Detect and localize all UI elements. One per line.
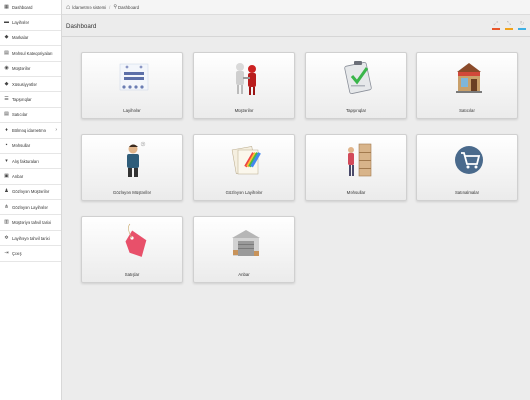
- list-icon: ☰: [4, 96, 9, 103]
- collapse-icon[interactable]: ⤡: [505, 21, 513, 30]
- sidebar-item-label: Məhsullar: [12, 143, 31, 149]
- sidebar-item-label: Layihəyə tahvil tarixi: [12, 235, 50, 241]
- tool-color-bar: [492, 28, 500, 30]
- sidebar-item-label: Gözləyən Layihələr: [12, 204, 48, 210]
- refresh-icon[interactable]: ↻: [518, 21, 526, 30]
- shelves-person-illustration: [348, 143, 372, 177]
- header-tools: ⤢ ⤡ ↻: [492, 21, 526, 30]
- tile-label: Məhsullar: [346, 190, 366, 195]
- tile-satislar[interactable]: Satışlar: [81, 216, 183, 283]
- sitemap-icon: ⋔: [4, 203, 9, 210]
- tile-label: Layihələr: [123, 108, 141, 113]
- sidebar-item-musteriler[interactable]: ◉ Müştərilər: [0, 62, 61, 77]
- expand-icon[interactable]: ⤢: [492, 21, 500, 30]
- page-title: Dashboard: [66, 23, 97, 30]
- sidebar-item-label: Dashboard: [12, 4, 33, 10]
- pin-icon: ♦: [5, 126, 8, 133]
- tile-saticilar[interactable]: Satıcılar: [416, 52, 518, 119]
- tile-label: Satıcılar: [459, 108, 475, 113]
- tile-musteriler[interactable]: Müştərilər: [193, 52, 295, 119]
- tool-color-bar: [505, 28, 513, 30]
- tag-icon: ◆: [4, 34, 9, 41]
- cart-icon: ▾: [5, 157, 8, 164]
- sidebar-item-label: Çıxış: [12, 250, 22, 256]
- store-illustration: [456, 63, 482, 93]
- tile-gozleyen-musteriler[interactable]: ? Gözləyən Müştərilər: [81, 134, 183, 201]
- tile-label: Gözləyən Layihələr: [225, 190, 263, 195]
- tag-icon: ◆: [4, 80, 9, 87]
- sidebar-item-saticilar[interactable]: ▤ Satıcılar: [0, 108, 61, 124]
- breadcrumb-current: Dashboard: [118, 4, 140, 10]
- home-icon[interactable]: ⌂: [66, 4, 70, 11]
- eye-icon: ◉: [4, 65, 9, 72]
- tile-label: Satınalmalar: [454, 190, 480, 195]
- sale-tag-illustration: [125, 223, 147, 257]
- document-icon: ▤: [4, 49, 9, 56]
- sidebar-item-label: Anbar: [12, 173, 24, 179]
- sidebar-item-label: Alış fakturaları: [12, 158, 39, 164]
- warehouse-illustration: [232, 230, 260, 256]
- cogs-icon: ✲: [4, 234, 9, 241]
- sidebar-item-label: Məhsul Kateqoriyaları: [12, 50, 53, 56]
- sidebar-item-label: Tapşırıqlar: [12, 97, 32, 103]
- shopping-cart-icon: [455, 146, 483, 174]
- sidebar-item-layiheye-tahvil-tarixi[interactable]: ✲ Layihəyə tahvil tarixi: [0, 231, 61, 247]
- tile-label: Satışlar: [124, 272, 140, 277]
- sidebar-item-musteriye-tahvil-tarixi[interactable]: ▥ Müştəriyə tahvil tarixi: [0, 215, 61, 231]
- tile-gozleyen-layiheler[interactable]: Gözləyən Layihələr: [193, 134, 295, 201]
- logout-icon: ⇥: [4, 249, 9, 256]
- tool-color-bar: [518, 28, 526, 30]
- calendar-icon: ▥: [4, 219, 9, 226]
- handshake-people-illustration: [236, 63, 256, 95]
- sidebar-item-label: Bölməq idarəetmə: [12, 127, 46, 133]
- documents-color-swatch-illustration: [231, 146, 261, 175]
- sidebar-item-label: Xüsusiyyətlər: [12, 81, 37, 87]
- tile-anbar[interactable]: Anbar: [193, 216, 295, 283]
- users-icon: ♟: [4, 188, 9, 195]
- sidebar-item-mehsullar[interactable]: ▪ Məhsullar: [0, 139, 61, 154]
- tile-label: Tapşırıqlar: [345, 108, 367, 113]
- document-icon: ▤: [4, 111, 9, 118]
- sidebar-item-label: Satıcılar: [12, 112, 28, 118]
- sidebar-item-bolmeq-idareetme[interactable]: ♦ Bölməq idarəetmə ›: [0, 123, 61, 139]
- map-marker-icon: ⚲: [113, 4, 118, 10]
- tile-label: Müştərilər: [234, 108, 254, 113]
- tile-mehsullar[interactable]: Məhsullar: [305, 134, 407, 201]
- sidebar-item-xususiyyetler[interactable]: ◆ Xüsusiyyətlər: [0, 77, 61, 93]
- sidebar-item-anbar[interactable]: ▣ Anbar: [0, 169, 61, 185]
- svg-text:?: ?: [142, 143, 144, 147]
- sidebar-item-label: Gözləyən Müştərilər: [12, 189, 50, 195]
- tile-satinalmalar[interactable]: Satınalmalar: [416, 134, 518, 201]
- sidebar-item-label: Müştəriyə tahvil tarixi: [12, 220, 52, 226]
- sidebar-item-markalar[interactable]: ◆ Markalar: [0, 31, 61, 47]
- sidebar-item-label: Layihələr: [12, 20, 29, 26]
- checklist-clipboard-illustration: [344, 61, 372, 95]
- box-icon: ▪: [5, 142, 8, 149]
- sidebar-item-label: Markalar: [12, 35, 29, 41]
- tile-label: Gözləyən Müştərilər: [112, 190, 152, 195]
- thinking-man-illustration: ?: [127, 141, 146, 177]
- tile-label: Anbar: [238, 272, 250, 277]
- breadcrumb: ⌂ İdarəetmə sistemi / ⚲ Dashboard: [62, 0, 530, 15]
- chevron-right-icon: ›: [55, 127, 57, 134]
- sidebar-item-dashboard[interactable]: ▦ Dashboard: [0, 0, 61, 16]
- sidebar: ▦ Dashboard ▬ Layihələr ◆ Markalar ▤ Məhsul …: [0, 0, 62, 400]
- sidebar-item-layiheler[interactable]: ▬ Layihələr: [0, 15, 61, 31]
- sidebar-item-cixis[interactable]: ⇥ Çıxış: [0, 246, 61, 262]
- sidebar-item-mehsul-kateqoriyalari[interactable]: ▤ Məhsul Kateqoriyaları: [0, 46, 61, 62]
- tile-tapsiriqlar[interactable]: Tapşırıqlar: [305, 52, 407, 119]
- sidebar-item-gozleyen-musteriler[interactable]: ♟ Gözləyən Müştərilər: [0, 185, 61, 201]
- sidebar-item-gozleyen-layiheler[interactable]: ⋔ Gözləyən Layihələr: [0, 200, 61, 216]
- dashboard-icon: ▦: [4, 3, 9, 10]
- warehouse-icon: ▣: [4, 172, 9, 179]
- breadcrumb-separator: /: [109, 4, 111, 10]
- breadcrumb-home-link[interactable]: İdarəetmə sistemi: [72, 5, 106, 10]
- sidebar-item-alis-fakturalari[interactable]: ▾ Alış fakturaları: [0, 154, 61, 170]
- sidebar-item-tapsiriqlar[interactable]: ☰ Tapşırıqlar: [0, 92, 61, 108]
- folder-icon: ▬: [4, 19, 9, 26]
- project-management-illustration: [119, 63, 149, 91]
- sidebar-item-label: Müştərilər: [12, 66, 31, 72]
- page-header: Dashboard ⤢ ⤡ ↻: [62, 15, 530, 37]
- tile-layiheler[interactable]: Layihələr: [81, 52, 183, 119]
